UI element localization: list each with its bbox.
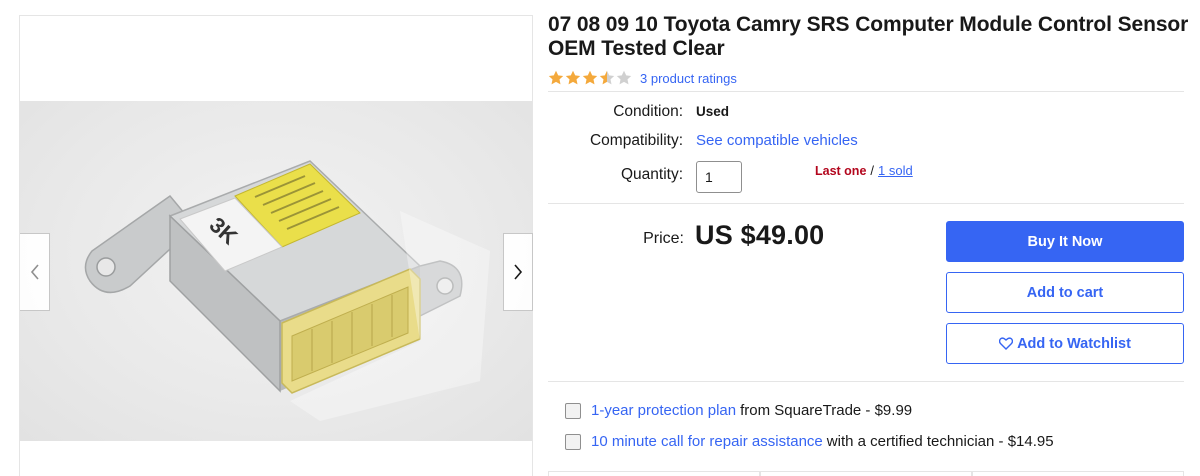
repair-call-text: with a certified technician - $14.95 [826,433,1054,450]
product-ratings-link[interactable]: 3 product ratings [640,71,737,86]
star-rating [548,70,632,86]
addon-repair-call: 10 minute call for repair assistance wit… [565,433,1054,450]
quantity-input[interactable] [696,161,742,193]
add-to-cart-button[interactable]: Add to cart [946,272,1184,313]
rating-row: 3 product ratings [548,69,737,87]
protection-plan-text: from SquareTrade - $9.99 [740,402,913,419]
add-to-watchlist-button[interactable]: Add to Watchlist [946,323,1184,364]
repair-call-link[interactable]: 10 minute call for repair assistance [591,433,823,450]
buy-it-now-button[interactable]: Buy It Now [946,221,1184,262]
listing-title: 07 08 09 10 Toyota Camry SRS Computer Mo… [548,13,1189,60]
price-value: US $49.00 [695,220,825,250]
protection-plan-link[interactable]: 1-year protection plan [591,402,736,419]
divider [548,91,1184,92]
sold-count-link[interactable]: 1 sold [878,163,913,178]
srs-module-illustration: 3K [84,160,490,421]
bottom-panel [760,471,972,476]
repair-call-checkbox[interactable] [565,433,581,450]
watchlist-label: Add to Watchlist [1017,335,1131,352]
price-label: Price: [643,230,684,247]
bottom-panel [548,471,760,476]
addon-protection-plan: 1-year protection plan from SquareTrade … [565,402,912,419]
chevron-right-icon [514,264,523,280]
chevron-left-icon [30,264,39,280]
gallery-next-button[interactable] [503,233,533,311]
condition-label: Condition: [613,103,683,120]
stock-separator: / [870,163,875,178]
star-empty-icon [616,70,632,85]
star-half-icon [599,70,615,85]
star-full-icon [548,70,564,85]
star-full-icon [565,70,581,85]
gallery-prev-button[interactable] [20,233,50,311]
divider [548,381,1184,382]
quantity-label: Quantity: [620,166,683,183]
bottom-panel [972,471,1184,476]
last-one-text: Last one [815,163,867,178]
heart-icon [999,337,1014,350]
star-full-icon [582,70,598,85]
compatible-vehicles-link[interactable]: See compatible vehicles [696,132,858,149]
protection-plan-checkbox[interactable] [565,402,581,419]
image-gallery: 3K [19,15,533,476]
condition-value: Used [696,104,730,119]
product-photo[interactable]: 3K [20,101,532,441]
compatibility-label: Compatibility: [589,132,683,149]
stock-status: Last one / 1 sold [815,163,913,178]
divider [548,203,1184,204]
